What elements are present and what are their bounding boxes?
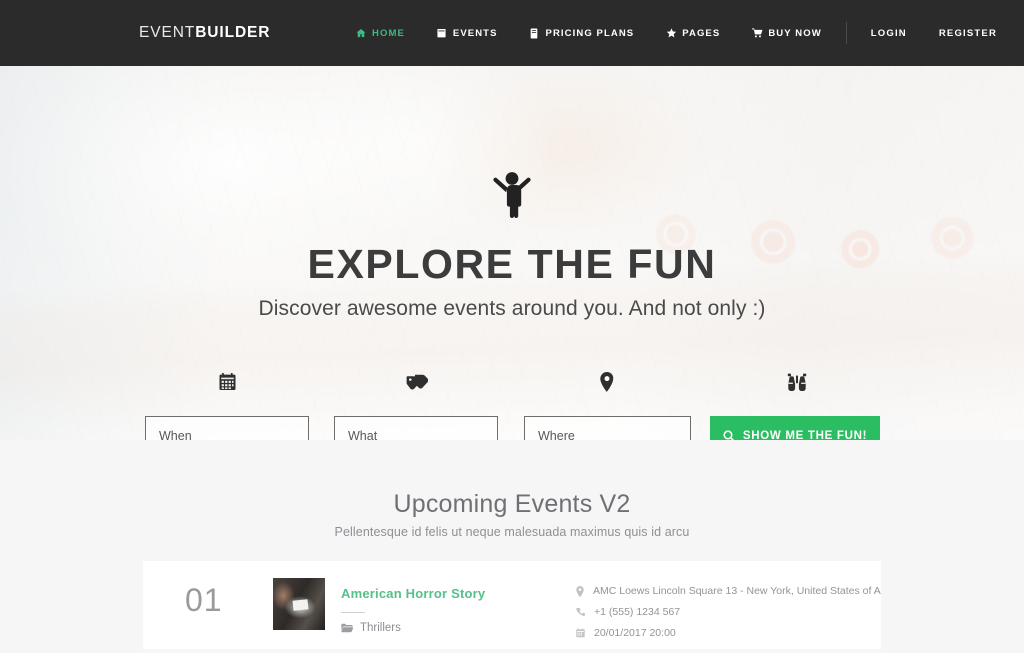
binoculars-icon (784, 369, 810, 395)
hero-section: EXPLORE THE FUN Discover awesome events … (0, 66, 1024, 440)
event-location-text: AMC Loews Lincoln Square 13 - New York, … (593, 585, 881, 597)
nav-item-buy-now-label: BUY NOW (768, 27, 822, 39)
search-where-input[interactable] (524, 416, 691, 440)
event-category-label: Thrillers (360, 622, 401, 634)
folder-icon (341, 623, 353, 633)
nav-item-login[interactable]: LOGIN (855, 0, 923, 66)
event-phone-text: +1 (555) 1234 567 (594, 606, 681, 618)
nav-item-pricing-plans-label: PRICING PLANS (545, 27, 635, 39)
nav-item-pages[interactable]: PAGES (650, 0, 736, 66)
nav-item-buy-now[interactable]: BUY NOW (736, 0, 837, 66)
nav-item-register[interactable]: REGISTER (923, 0, 1013, 66)
event-list-item[interactable]: 01 American Horror Story Thrillers AMC L… (143, 561, 881, 649)
event-index: 01 (185, 582, 223, 618)
map-pin-icon (576, 585, 584, 597)
calendar-icon (214, 369, 240, 395)
event-datetime-row: 20/01/2017 20:00 (576, 627, 881, 639)
phone-icon (576, 607, 585, 617)
event-search-form: SHOW ME THE FUN! (145, 416, 880, 440)
nav-item-home[interactable]: HOME (340, 0, 421, 66)
search-what-input[interactable] (334, 416, 498, 440)
nav-item-events[interactable]: EVENTS (421, 0, 514, 66)
search-submit-button[interactable]: SHOW ME THE FUN! (710, 416, 880, 440)
nav-item-pages-label: PAGES (682, 27, 721, 39)
section-title: Upcoming Events V2 (393, 490, 631, 518)
calendar-icon (576, 628, 585, 638)
cart-icon (752, 28, 763, 38)
calendar-icon (437, 28, 447, 38)
event-datetime-text: 20/01/2017 20:00 (594, 627, 676, 639)
section-subtitle: Pellentesque id felis ut neque malesuada… (334, 525, 690, 539)
hero-mark (0, 170, 1024, 218)
tags-icon (404, 369, 430, 395)
hero-subtitle: Discover awesome events around you. And … (258, 297, 766, 320)
nav-item-register-label: REGISTER (938, 27, 998, 39)
nav-item-pricing-plans[interactable]: PRICING PLANS (514, 0, 651, 66)
nav-item-home-label: HOME (372, 27, 405, 39)
event-category[interactable]: Thrillers (341, 622, 561, 634)
search-icon (723, 429, 735, 440)
event-primary-info: American Horror Story Thrillers (341, 585, 561, 634)
search-icon-row (145, 369, 880, 395)
logo-text-light: EVENT (139, 24, 196, 41)
event-phone-row: +1 (555) 1234 567 (576, 606, 881, 618)
site-logo[interactable]: EVENTBUILDER (139, 25, 270, 41)
event-meta-list: AMC Loews Lincoln Square 13 - New York, … (576, 585, 881, 639)
note-icon (530, 28, 540, 39)
nav-item-events-label: EVENTS (452, 27, 498, 39)
main-navigation: HOME EVENTS PRICING PLANS PAGES BUY NOW (340, 0, 1013, 66)
person-arms-up-icon (493, 170, 531, 218)
event-title-link[interactable]: American Horror Story (341, 586, 485, 601)
logo-text-bold: BUILDER (195, 24, 271, 41)
site-header: EVENTBUILDER HOME EVENTS PRICING PLANS P… (0, 0, 1024, 66)
search-when-input[interactable] (145, 416, 309, 440)
event-thumbnail[interactable] (273, 578, 325, 630)
star-icon (666, 28, 677, 38)
event-title-divider (341, 612, 365, 613)
event-location-row: AMC Loews Lincoln Square 13 - New York, … (576, 585, 881, 597)
map-pin-icon (594, 369, 620, 395)
hero-title: EXPLORE THE FUN (307, 241, 717, 287)
search-submit-label: SHOW ME THE FUN! (742, 429, 868, 441)
nav-item-login-label: LOGIN (870, 27, 907, 39)
home-icon (356, 28, 366, 38)
nav-divider (845, 22, 847, 44)
